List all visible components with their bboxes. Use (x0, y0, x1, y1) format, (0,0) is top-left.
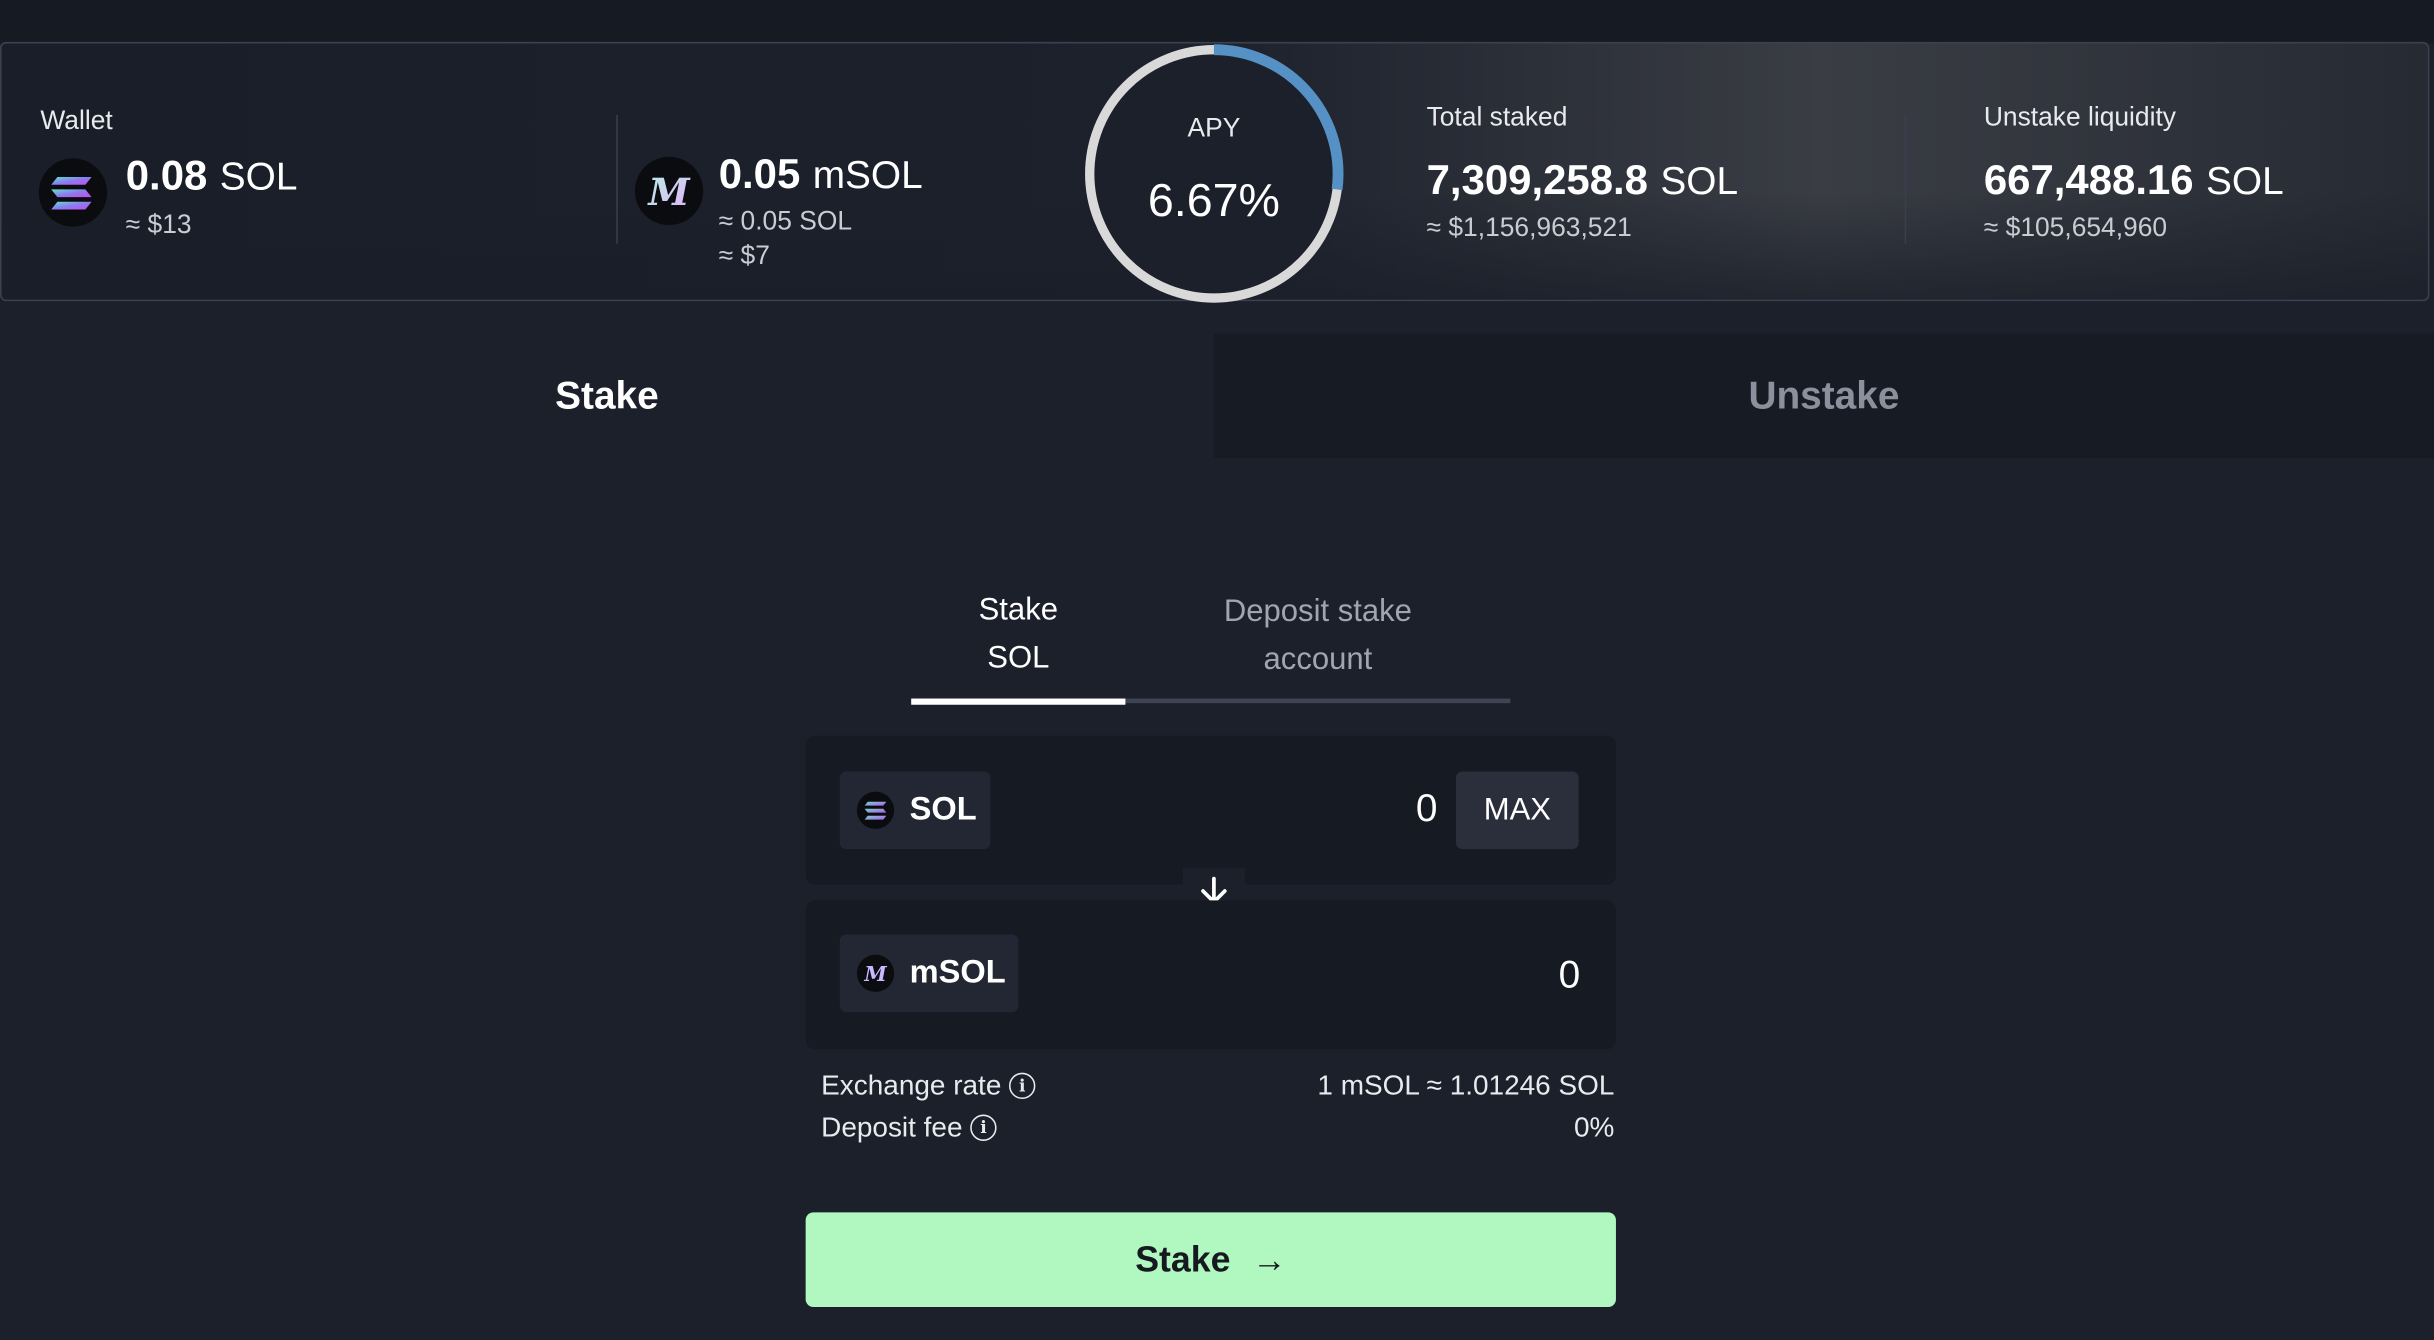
total-staked-label: Total staked (1426, 102, 1568, 132)
unstake-liquidity-usd: ≈ $105,654,960 (1983, 212, 2168, 243)
subtab-underline-active (911, 698, 1126, 705)
subtab-stake-sol-line2: SOL (987, 641, 1050, 676)
deposit-fee-value: 0% (1574, 1111, 1615, 1143)
subtab-deposit-line2: account (1263, 642, 1373, 677)
deposit-fee-label-text: Deposit fee (821, 1111, 963, 1143)
msol-coin-icon: M M (634, 156, 704, 226)
to-token-symbol: mSOL (909, 954, 1006, 991)
subtab-deposit-stake-account[interactable]: Deposit stake account (1125, 588, 1510, 684)
tab-unstake[interactable]: Unstake (1213, 333, 2434, 458)
stake-button[interactable]: Stake → (805, 1212, 1616, 1308)
deposit-fee-label: Deposit fee i (821, 1111, 997, 1144)
max-button[interactable]: MAX (1456, 771, 1579, 850)
from-token-symbol: SOL (909, 791, 977, 828)
wallet-sol-unit: SOL (219, 155, 298, 199)
wallet-msol-usd: ≈ $7 (718, 240, 770, 271)
apy-value: 6.67% (1147, 175, 1280, 227)
stake-button-label: Stake (1135, 1238, 1231, 1280)
from-token-selector[interactable]: SOL (839, 771, 991, 850)
exchange-rate-value: 1 mSOL ≈ 1.01246 SOL (1317, 1069, 1615, 1101)
svg-text:M: M (646, 170, 691, 214)
subtab-deposit-line1: Deposit stake (1223, 594, 1412, 629)
to-token-display: M mSOL (839, 934, 1019, 1013)
top-strip (0, 0, 2434, 44)
info-icon[interactable]: i (1009, 1072, 1036, 1100)
wallet-msol-amount: 0.05 (718, 150, 801, 198)
wallet-sol-amount: 0.08 (125, 152, 208, 199)
to-amount-output: 0 (1558, 953, 1581, 997)
wallet-sol-balance: 0.08 SOL (126, 152, 298, 200)
subtab-stake-sol[interactable]: Stake SOL (911, 587, 1125, 683)
unstake-liquidity-label: Unstake liquidity (1983, 102, 2176, 132)
divider (616, 114, 618, 244)
tab-stake[interactable]: Stake (0, 333, 1214, 458)
total-staked-value: 7,309,258.8 SOL (1427, 157, 1739, 205)
stake-page: Wallet 0.08 SOL ≈ $13 M M 0.05 mSOL ≈ 0.… (0, 0, 2434, 1340)
apy-label: APY (1187, 113, 1241, 143)
wallet-msol-unit: mSOL (812, 153, 923, 198)
wallet-sol-usd: ≈ $13 (125, 209, 192, 240)
subtab-stake-sol-line1: Stake (978, 592, 1059, 628)
total-staked-amount: 7,309,258.8 (1426, 156, 1648, 204)
unstake-liquidity-value: 667,488.16 SOL (1984, 157, 2284, 205)
exchange-rate-label: Exchange rate i (821, 1069, 1036, 1103)
wallet-msol-balance: 0.05 mSOL (719, 151, 923, 199)
unstake-liquidity-unit: SOL (2206, 159, 2284, 204)
from-amount-input[interactable]: 0 (1180, 787, 1438, 832)
unstake-liquidity-amount: 667,488.16 (1983, 156, 2194, 204)
arrow-right-icon: → (1252, 1239, 1287, 1279)
msol-token-icon: M (856, 954, 895, 992)
exchange-rate-label-text: Exchange rate (821, 1069, 1002, 1101)
svg-text:M: M (863, 962, 887, 986)
sol-token-icon (856, 791, 895, 829)
apy-ring-graphic (1084, 44, 1344, 304)
sol-coin-icon (38, 158, 108, 227)
wallet-label: Wallet (40, 105, 113, 136)
info-icon[interactable]: i (970, 1114, 997, 1141)
apy-ring: APY 6.67% (1082, 42, 1346, 306)
total-staked-unit: SOL (1660, 159, 1739, 204)
total-staked-usd: ≈ $1,156,963,521 (1426, 212, 1632, 243)
wallet-msol-in-sol: ≈ 0.05 SOL (718, 206, 853, 236)
divider (1904, 114, 1907, 244)
